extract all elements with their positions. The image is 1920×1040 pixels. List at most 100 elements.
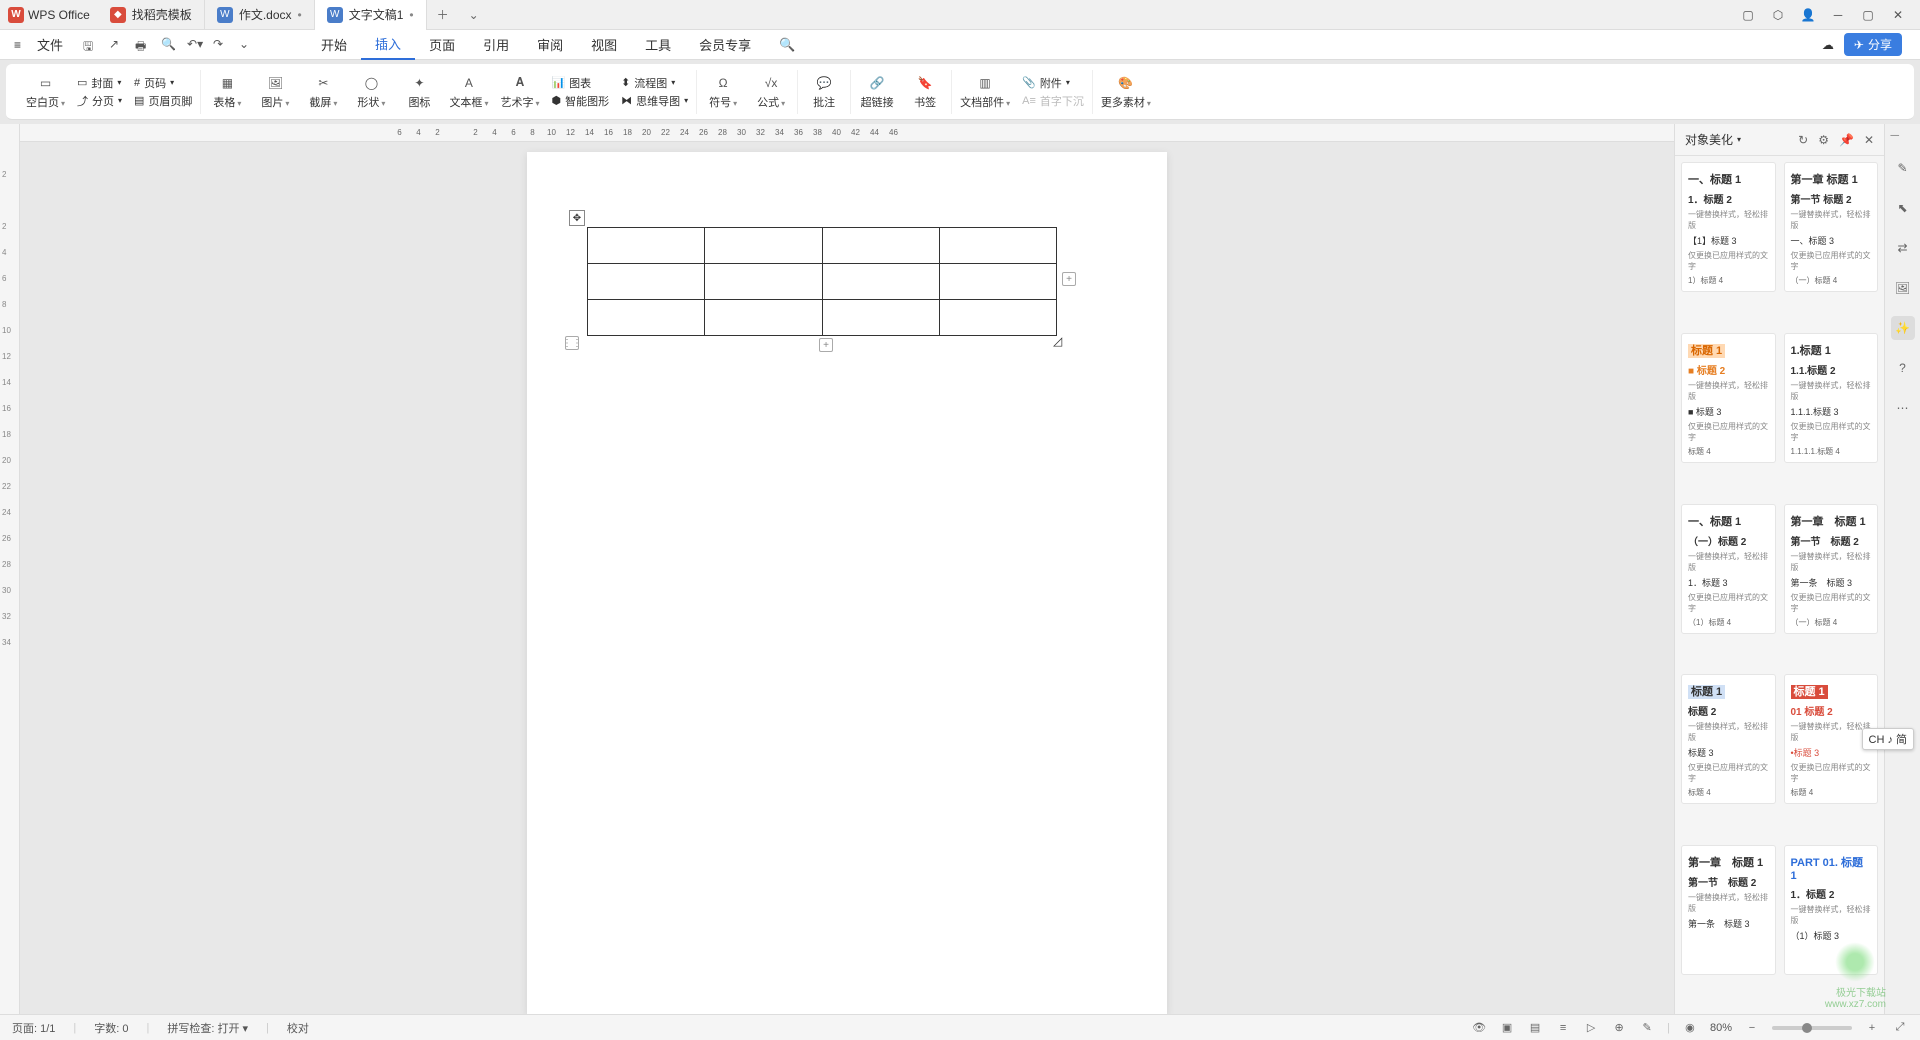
zoom-out-button[interactable]: −	[1744, 1020, 1760, 1036]
cube-icon[interactable]: ⬡	[1770, 7, 1786, 23]
close-panel-icon[interactable]: ✕	[1864, 133, 1874, 147]
tab-start[interactable]: 开始	[307, 30, 361, 60]
undo-icon[interactable]: ↶▾	[187, 37, 203, 53]
zoom-slider[interactable]	[1772, 1026, 1852, 1030]
read-icon[interactable]: ▷	[1583, 1020, 1599, 1036]
flowchart-button[interactable]: ⬍流程图▾	[621, 75, 688, 91]
select-icon[interactable]: ⬉	[1891, 196, 1915, 220]
outline-icon[interactable]: ≡	[1555, 1020, 1571, 1036]
maximize-button[interactable]: ▢	[1860, 7, 1876, 23]
zoom-level[interactable]: 80%	[1710, 1022, 1732, 1034]
search-button[interactable]: 🔍	[765, 30, 809, 60]
tab-reference[interactable]: 引用	[469, 30, 523, 60]
hamburger-icon[interactable]: ≡	[8, 38, 27, 52]
doc-tab-templates[interactable]: ◆ 找稻壳模板	[98, 0, 205, 30]
save-icon[interactable]: 🖫	[83, 37, 99, 53]
avatar-icon[interactable]: 👤	[1800, 7, 1816, 23]
blank-page-button[interactable]: ▭空白页	[26, 74, 65, 110]
row-grip[interactable]: ⋮⋮	[565, 336, 579, 350]
gallery-icon[interactable]: 🖼	[1891, 276, 1915, 300]
attachment-button[interactable]: 📎附件▾	[1022, 75, 1084, 91]
smartart-button[interactable]: ⬢智能图形	[551, 93, 609, 109]
header-footer-button[interactable]: ▤页眉页脚	[134, 93, 192, 109]
style-card[interactable]: 1.标题 11.1.标题 2一键替换样式，轻松排版1.1.1.标题 3仅更换已应…	[1784, 333, 1879, 463]
print-icon[interactable]: 🖶	[135, 37, 151, 53]
docparts-button[interactable]: ▥文档部件	[960, 74, 1010, 110]
tab-page[interactable]: 页面	[415, 30, 469, 60]
more-icon[interactable]: ⋯	[1891, 396, 1915, 420]
multiwin-icon[interactable]: ▢	[1740, 7, 1756, 23]
tab-menu-button[interactable]: ⌄	[459, 8, 489, 22]
hyperlink-button[interactable]: 🔗超链接	[859, 74, 895, 110]
word-count[interactable]: 字数: 0	[94, 1020, 128, 1036]
help-icon[interactable]: ?	[1891, 356, 1915, 380]
tab-view[interactable]: 视图	[577, 30, 631, 60]
textbox-button[interactable]: A文本框	[449, 74, 488, 110]
spellcheck-toggle[interactable]: 拼写检查: 打开 ▾	[167, 1020, 248, 1036]
comment-button[interactable]: 💬批注	[806, 74, 842, 110]
style-card[interactable]: 标题 1标题 2一键替换样式，轻松排版标题 3仅更换已应用样式的文字标题 4	[1681, 674, 1776, 804]
fit-icon[interactable]: ⤢	[1892, 1020, 1908, 1036]
document-table[interactable]	[587, 227, 1057, 336]
web-icon[interactable]: ⊕	[1611, 1020, 1627, 1036]
tab-review[interactable]: 审阅	[523, 30, 577, 60]
add-row-button[interactable]: +	[819, 338, 833, 352]
dropper-icon[interactable]: ✎	[1639, 1020, 1655, 1036]
style-card[interactable]: 第一章 标题 1第一节 标题 2一键替换样式，轻松排版第一条 标题 3	[1681, 845, 1776, 975]
ime-indicator[interactable]: CH ♪ 简	[1862, 728, 1915, 750]
page-indicator[interactable]: 页面: 1/1	[12, 1020, 55, 1036]
style-card[interactable]: 第一章 标题 1第一节 标题 2一键替换样式，轻松排版第一条 标题 3仅更换已应…	[1784, 504, 1879, 634]
vertical-ruler[interactable]: 2246810121416182022242628303234	[0, 124, 20, 1014]
symbol-button[interactable]: Ω符号	[705, 74, 741, 110]
style-gallery[interactable]: 一、标题 11．标题 2一键替换样式，轻松排版【1】标题 3仅更换已应用样式的文…	[1675, 156, 1884, 1014]
share-button[interactable]: ✈ 分享	[1844, 33, 1902, 56]
wordart-button[interactable]: 𝐀艺术字	[500, 74, 539, 110]
file-menu[interactable]: 文件	[29, 35, 71, 54]
tab-member[interactable]: 会员专享	[685, 30, 765, 60]
layout-icon[interactable]: ▤	[1527, 1020, 1543, 1036]
beautify-icon[interactable]: ✨	[1891, 316, 1915, 340]
doc-tab-file2[interactable]: W 文字文稿1 •	[315, 0, 427, 30]
style-card[interactable]: 第一章 标题 1第一节 标题 2一键替换样式，轻松排版一、标题 3仅更换已应用样…	[1784, 162, 1879, 292]
preview-icon[interactable]: 🔍	[161, 37, 177, 53]
style-card[interactable]: 标题 1■ 标题 2一键替换样式，轻松排版■ 标题 3仅更换已应用样式的文字标题…	[1681, 333, 1776, 463]
export-icon[interactable]: ↗	[109, 37, 125, 53]
refresh-icon[interactable]: ↻	[1798, 133, 1808, 147]
add-column-button[interactable]: +	[1062, 272, 1076, 286]
style-card[interactable]: PART 01. 标题 11．标题 2一键替换样式，轻松排版（1）标题 3	[1784, 845, 1879, 975]
style-card[interactable]: 一、标题 11．标题 2一键替换样式，轻松排版【1】标题 3仅更换已应用样式的文…	[1681, 162, 1776, 292]
bookmark-button[interactable]: 🔖书签	[907, 74, 943, 110]
redo-icon[interactable]: ↷	[213, 37, 229, 53]
screenshot-button[interactable]: ✂截屏	[305, 74, 341, 110]
new-tab-button[interactable]: ＋	[427, 6, 459, 23]
zoom-in-button[interactable]: +	[1864, 1020, 1880, 1036]
picture-button[interactable]: 🖼图片	[257, 74, 293, 110]
horizontal-ruler[interactable]: 6422468101214161820222426283032343638404…	[20, 124, 1674, 142]
collapse-rail-icon[interactable]: ─	[1891, 128, 1915, 140]
cover-button[interactable]: ▭封面▾	[77, 75, 122, 91]
icon-button[interactable]: ✦图标	[401, 74, 437, 110]
mindmap-button[interactable]: ⧓思维导图▾	[621, 93, 688, 109]
document-page[interactable]: ✥ + ⋮⋮ + ◿	[527, 152, 1167, 1014]
focus-icon[interactable]: ◉	[1682, 1020, 1698, 1036]
document-scroll[interactable]: ✥ + ⋮⋮ + ◿	[20, 142, 1674, 1014]
equation-button[interactable]: √x公式	[753, 74, 789, 110]
minimize-button[interactable]: ─	[1830, 7, 1846, 23]
page-number-button[interactable]: #页码▾	[134, 75, 192, 91]
transform-icon[interactable]: ⇄	[1891, 236, 1915, 260]
tab-insert[interactable]: 插入	[361, 30, 415, 60]
book-icon[interactable]: ▣	[1499, 1020, 1515, 1036]
table-button[interactable]: ▦表格	[209, 74, 245, 110]
table-move-handle[interactable]: ✥	[569, 210, 585, 226]
more-assets-button[interactable]: 🎨更多素材	[1101, 74, 1151, 110]
eye-icon[interactable]: 👁	[1471, 1020, 1487, 1036]
doc-tab-file1[interactable]: W 作文.docx •	[205, 0, 315, 30]
chart-button[interactable]: 📊图表	[551, 75, 609, 91]
shape-button[interactable]: ◯形状	[353, 74, 389, 110]
page-break-button[interactable]: ⤴分页▾	[77, 93, 122, 109]
tab-tools[interactable]: 工具	[631, 30, 685, 60]
qat-customize-icon[interactable]: ⌄	[239, 37, 255, 53]
pencil-icon[interactable]: ✎	[1891, 156, 1915, 180]
style-card[interactable]: 一、标题 1（一）标题 2一键替换样式，轻松排版1．标题 3仅更换已应用样式的文…	[1681, 504, 1776, 634]
settings-icon[interactable]: ⚙	[1818, 133, 1829, 147]
